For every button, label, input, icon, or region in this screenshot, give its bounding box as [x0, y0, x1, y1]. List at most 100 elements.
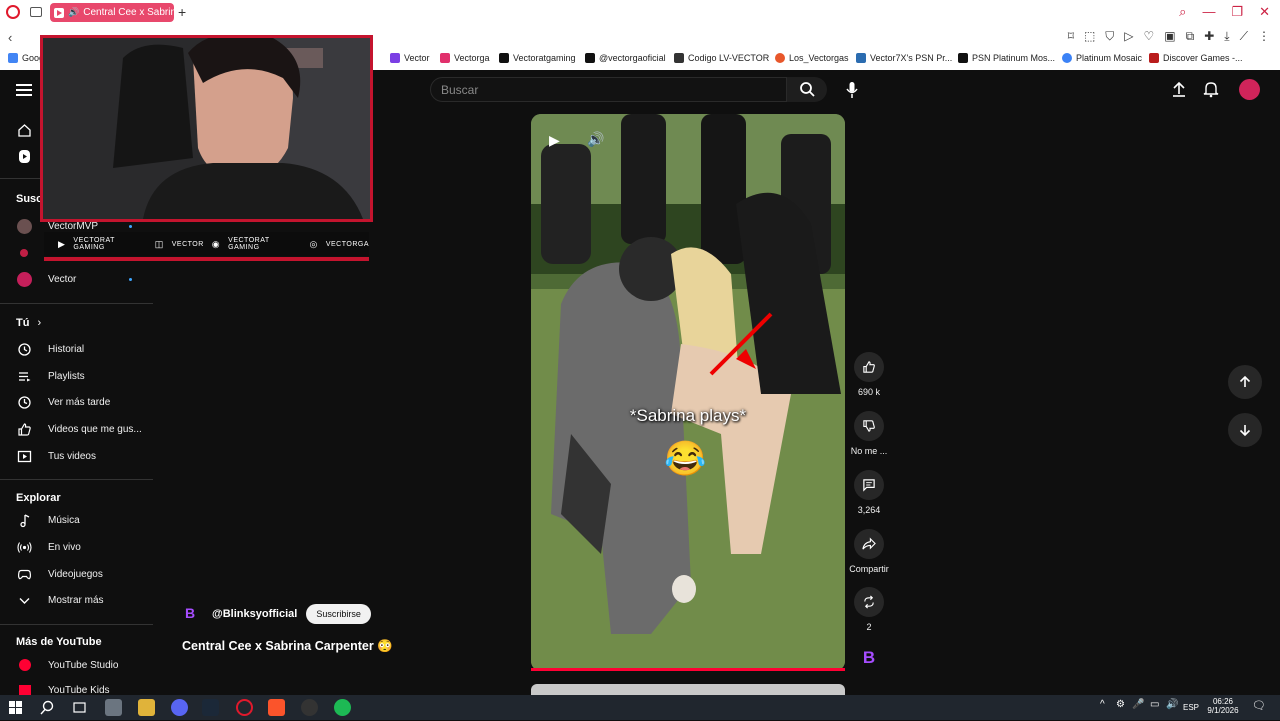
channel-logo[interactable]: B — [185, 605, 203, 623]
steam-icon[interactable] — [202, 699, 219, 716]
x-icon — [499, 53, 509, 63]
bookmark-favicon-icon — [1062, 53, 1072, 63]
bookmark-item[interactable]: PSN Platinum Mos... — [958, 53, 1055, 63]
subscription-item[interactable]: Vector — [0, 266, 150, 292]
bookmark-item[interactable]: Vectorga — [440, 53, 490, 63]
opera-icon[interactable] — [236, 699, 253, 716]
video-progress-bar[interactable] — [531, 668, 845, 671]
language-indicator[interactable]: ESP — [1183, 703, 1199, 712]
voice-search-button[interactable] — [838, 79, 866, 101]
new-tab-button[interactable]: + — [178, 4, 186, 20]
steam-social-icon: ◉ — [211, 238, 221, 249]
sidebar-item-your-videos[interactable]: Tus videos — [0, 443, 150, 469]
app-icon[interactable] — [105, 699, 122, 716]
close-button[interactable]: ✕ — [1259, 4, 1270, 20]
minimize-button[interactable]: — — [1202, 4, 1215, 20]
video-frame — [531, 114, 845, 671]
tray-apps-icon[interactable]: ⚙ — [1116, 699, 1125, 710]
download-icon[interactable]: ⤓ — [1224, 29, 1229, 44]
spotify-icon[interactable] — [334, 699, 351, 716]
screenshot-icon[interactable]: ⬚ — [1084, 29, 1095, 44]
bookmark-icon[interactable]: ⌑ — [1068, 29, 1074, 44]
obs-icon[interactable] — [301, 699, 318, 716]
menu-icon[interactable]: ⋮ — [1258, 29, 1270, 44]
sidebar-item-gaming[interactable]: Videojuegos — [0, 561, 150, 587]
opera-logo-icon[interactable] — [6, 5, 20, 19]
sidebar-item-watch-later[interactable]: Ver más tarde — [0, 389, 150, 415]
avatar[interactable] — [1239, 79, 1260, 100]
search-button[interactable] — [787, 77, 827, 102]
restore-button[interactable]: ❐ — [1231, 4, 1243, 20]
puzzle-icon[interactable]: ✚ — [1204, 29, 1214, 44]
windows-taskbar — [0, 695, 1280, 720]
upload-button[interactable] — [1171, 80, 1187, 103]
file-explorer-icon[interactable] — [138, 699, 155, 716]
chevron-down-icon — [19, 597, 30, 604]
volume-icon[interactable]: 🔊 — [1166, 699, 1178, 710]
channel-name[interactable]: @Blinksyofficial — [212, 608, 297, 620]
search-icon[interactable] — [39, 699, 56, 716]
like-button[interactable]: 690 k — [848, 352, 890, 397]
bookmark-item[interactable]: Vectoratgaming — [499, 53, 576, 63]
sidebar-item-history[interactable]: Historial — [0, 336, 150, 362]
you-header[interactable]: Tú › — [16, 317, 41, 329]
channel-row: B @Blinksyofficial Suscribirse — [185, 604, 371, 624]
back-arrow-icon[interactable]: ‹ — [8, 30, 12, 45]
sidebar-item-music[interactable]: Música — [0, 507, 150, 533]
notifications-button[interactable] — [1203, 80, 1219, 103]
search-input[interactable]: Buscar — [430, 77, 787, 102]
sidebar-item-live[interactable]: En vivo — [0, 534, 150, 560]
network-icon[interactable]: ▭ — [1150, 699, 1159, 710]
previous-short-button[interactable] — [1228, 365, 1262, 399]
sidebar-item-yt-studio[interactable]: YouTube Studio — [0, 652, 150, 678]
shield-icon[interactable]: ⛉ — [1105, 29, 1114, 44]
video-caption: *Sabrina plays* — [629, 406, 747, 425]
notification-center-icon[interactable]: 🗨 — [1252, 699, 1266, 712]
tab-active[interactable]: 🔊 Central Cee x Sabrina — [50, 3, 174, 22]
sidebar-item-liked[interactable]: Videos que me gus... — [0, 416, 150, 442]
search-tabs-icon[interactable]: ⌕ — [1179, 4, 1186, 20]
bookmark-item[interactable]: Goog — [8, 53, 44, 63]
social-handle: VECTORGA — [325, 240, 369, 248]
more-youtube-header: Más de YouTube — [16, 636, 102, 648]
volume-icon[interactable]: 🔊 — [587, 131, 604, 148]
play-icon[interactable]: ▶ — [549, 132, 560, 149]
instagram-icon — [440, 53, 450, 63]
play-icon[interactable]: ▷ — [1124, 29, 1133, 44]
task-view-icon[interactable] — [71, 699, 88, 716]
bookmark-item[interactable]: Codigo LV-VECTOR — [674, 53, 769, 63]
extension-d-icon[interactable]: ▣ — [1164, 29, 1175, 44]
clock[interactable]: 06:26 9/1/2026 — [1205, 697, 1241, 715]
discord-icon[interactable] — [171, 699, 188, 716]
short-video-player[interactable]: ▶ 🔊 *Sabrina plays* 😂 — [531, 114, 845, 671]
tray-chevron-icon[interactable]: ^ — [1100, 699, 1105, 710]
brave-icon[interactable] — [268, 699, 285, 716]
bookmark-item[interactable]: @vectorgaoficial — [585, 53, 666, 63]
explore-header: Explorar — [16, 492, 61, 504]
ai-icon[interactable]: ⟋ — [1240, 29, 1248, 44]
bookmark-item[interactable]: Vector — [390, 53, 430, 63]
menu-hamburger-icon[interactable] — [16, 84, 32, 96]
subscribe-button[interactable]: Suscribirse — [306, 604, 371, 624]
history-icon — [18, 342, 31, 356]
extension-icon[interactable]: ⧉ — [1186, 29, 1195, 44]
sidebar-item-playlists[interactable]: Playlists — [0, 363, 150, 389]
bookmark-item[interactable]: Platinum Mosaic — [1062, 53, 1142, 63]
heart-icon[interactable]: ♡ — [1144, 29, 1155, 44]
share-button[interactable]: Compartir — [848, 529, 890, 574]
sidebar-item-yt-kids[interactable]: YouTube Kids — [0, 678, 150, 695]
bookmark-item[interactable]: Vector7X's PSN Pr... — [856, 53, 952, 63]
comment-count: 3,264 — [857, 505, 881, 515]
mic-icon[interactable]: 🎤 — [1132, 699, 1144, 710]
next-short-preview[interactable] — [531, 684, 845, 695]
dislike-button[interactable]: No me ... — [848, 411, 890, 456]
tab-menu-icon[interactable] — [30, 7, 42, 17]
bookmark-item[interactable]: Discover Games -... — [1149, 53, 1243, 63]
remix-button[interactable]: 2 — [848, 587, 890, 632]
sidebar-item-show-more[interactable]: Mostrar más — [0, 587, 150, 613]
channel-logo-small[interactable]: B — [848, 648, 890, 668]
next-short-button[interactable] — [1228, 413, 1262, 447]
bookmark-item[interactable]: Los_Vectorgas — [775, 53, 849, 63]
windows-start-icon[interactable] — [7, 699, 24, 716]
comments-button[interactable]: 3,264 — [848, 470, 890, 515]
